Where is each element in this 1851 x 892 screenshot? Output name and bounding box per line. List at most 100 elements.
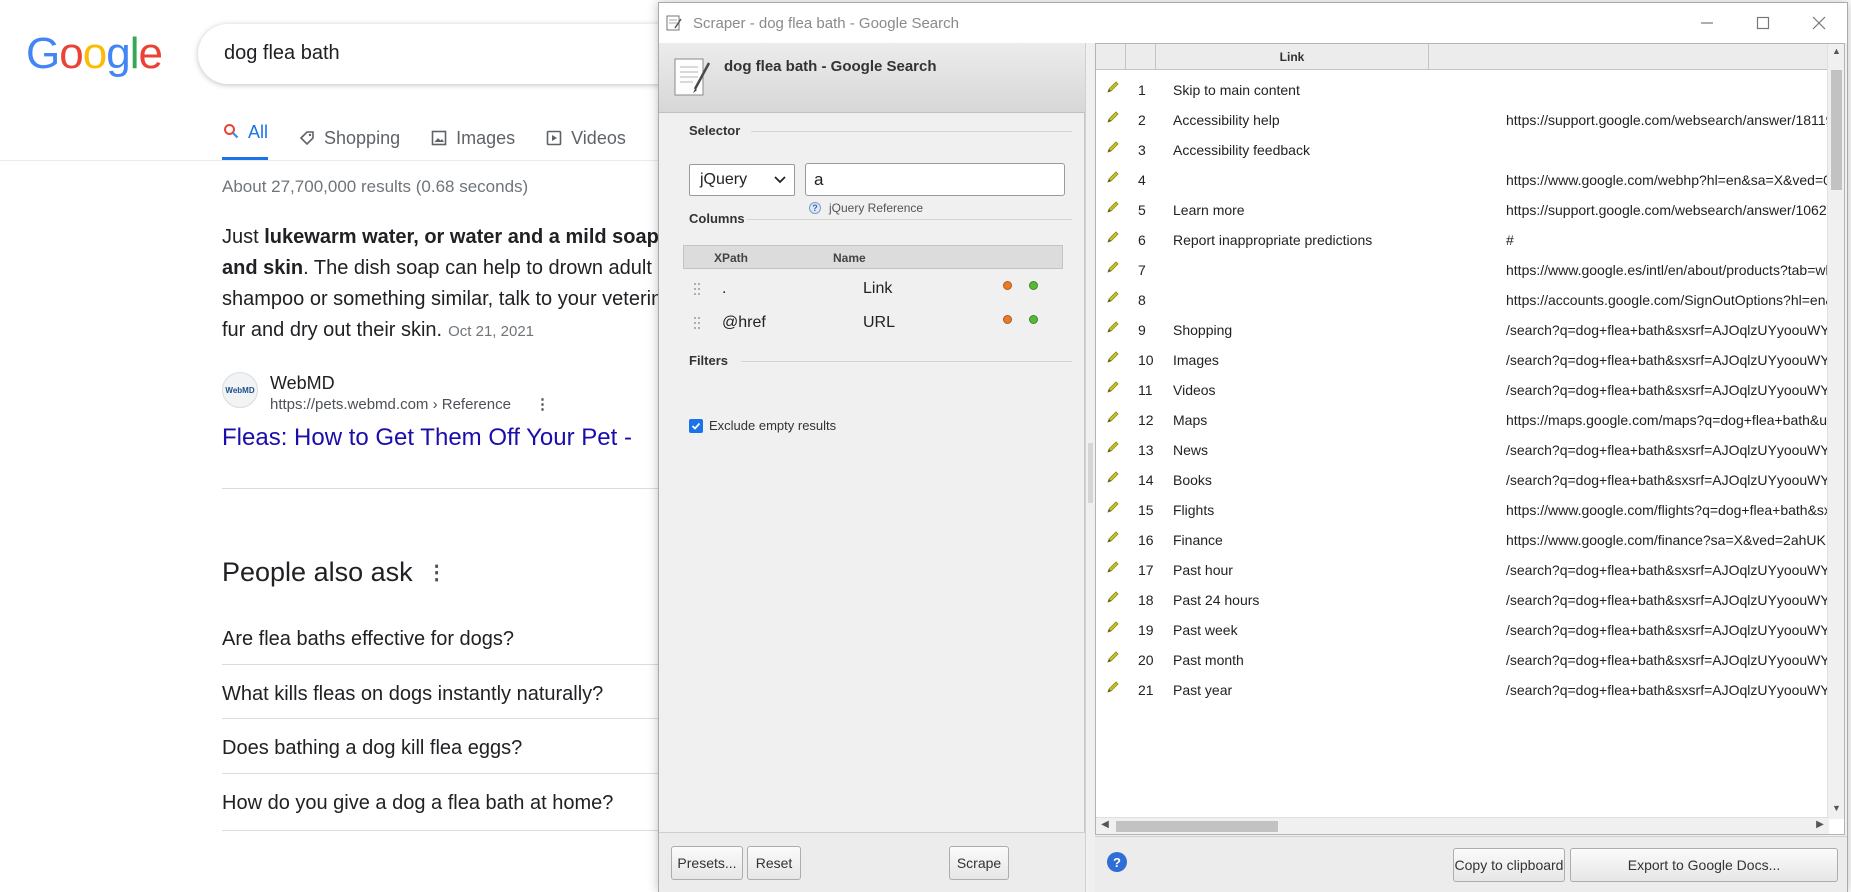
edit-pencil-icon[interactable] bbox=[1106, 560, 1120, 574]
row-link-text: Past hour bbox=[1173, 562, 1233, 578]
row-index: 13 bbox=[1138, 442, 1154, 458]
edit-pencil-icon[interactable] bbox=[1106, 320, 1120, 334]
columns-section-label: Columns bbox=[689, 211, 745, 226]
row-url: # bbox=[1506, 232, 1514, 248]
edit-pencil-icon[interactable] bbox=[1106, 230, 1120, 244]
tabs-divider bbox=[0, 160, 660, 161]
grid-header-link[interactable]: Link bbox=[1156, 44, 1429, 70]
selector-input[interactable]: a bbox=[805, 163, 1065, 196]
drag-handle-icon[interactable] bbox=[693, 315, 701, 331]
title-bar[interactable]: Scraper - dog flea bath - Google Search bbox=[659, 3, 1847, 43]
column-xpath[interactable]: . bbox=[722, 280, 726, 298]
export-to-google-docs-button[interactable]: Export to Google Docs... bbox=[1570, 848, 1838, 882]
splitter-grip[interactable] bbox=[1088, 443, 1093, 503]
scrollbar-thumb[interactable] bbox=[1116, 821, 1278, 832]
edit-pencil-icon[interactable] bbox=[1106, 590, 1120, 604]
edit-pencil-icon[interactable] bbox=[1106, 110, 1120, 124]
row-link-text: Past year bbox=[1173, 682, 1233, 698]
tab-label: Shopping bbox=[324, 127, 401, 148]
grid-header-url[interactable] bbox=[1429, 44, 1829, 70]
search-input[interactable]: dog flea bath bbox=[198, 24, 718, 84]
drag-handle-icon[interactable] bbox=[693, 281, 701, 297]
people-also-ask-heading: People also ask ⋮ bbox=[222, 557, 447, 588]
tab-videos[interactable]: Videos bbox=[545, 122, 626, 154]
selector-type-dropdown[interactable]: jQuery bbox=[689, 164, 795, 196]
edit-pencil-icon[interactable] bbox=[1106, 680, 1120, 694]
paa-question[interactable]: Are flea baths effective for dogs? bbox=[222, 610, 662, 664]
snippet-text: shampoo or something similar, talk to yo… bbox=[222, 288, 663, 310]
results-grid: Link 1 Skip to main content 2 Accessibility… bbox=[1095, 43, 1845, 835]
edit-pencil-icon[interactable] bbox=[1106, 380, 1120, 394]
row-url: https://support.google.com/websearch/ans… bbox=[1506, 202, 1829, 218]
google-logo[interactable]: Google bbox=[26, 32, 163, 76]
edit-pencil-icon[interactable] bbox=[1106, 410, 1120, 424]
tab-shopping[interactable]: Shopping bbox=[298, 122, 400, 154]
result-source[interactable]: WebMD WebMD https://pets.webmd.com › Ref… bbox=[222, 372, 550, 416]
copy-to-clipboard-button[interactable]: Copy to clipboard bbox=[1453, 848, 1565, 882]
table-row[interactable]: 21 Past year/search?q=dog+flea+bath&sxsrf… bbox=[1096, 673, 1829, 709]
tab-all[interactable]: All bbox=[222, 122, 269, 160]
edit-pencil-icon[interactable] bbox=[1106, 170, 1120, 184]
remove-column-icon[interactable] bbox=[1003, 281, 1012, 290]
edit-pencil-icon[interactable] bbox=[1106, 80, 1120, 94]
presets-button[interactable]: Presets... bbox=[671, 846, 743, 880]
tab-images[interactable]: Images bbox=[430, 122, 515, 154]
row-index: 7 bbox=[1138, 262, 1146, 278]
horizontal-scrollbar[interactable]: ◀ ▶ bbox=[1096, 817, 1829, 834]
row-link-text: News bbox=[1173, 442, 1209, 458]
exclude-empty-checkbox[interactable]: Exclude empty results bbox=[689, 418, 836, 433]
paa-question[interactable]: What kills fleas on dogs instantly natur… bbox=[222, 664, 662, 718]
edit-pencil-icon[interactable] bbox=[1106, 620, 1120, 634]
edit-pencil-icon[interactable] bbox=[1106, 260, 1120, 274]
row-link-text: Learn more bbox=[1173, 202, 1245, 218]
row-index: 21 bbox=[1138, 682, 1154, 698]
close-button[interactable] bbox=[1791, 3, 1847, 43]
result-separator bbox=[222, 488, 662, 489]
edit-pencil-icon[interactable] bbox=[1106, 470, 1120, 484]
row-url: https://www.google.com/finance?sa=X&ved=… bbox=[1506, 532, 1829, 548]
paa-question[interactable]: How do you give a dog a flea bath at hom… bbox=[222, 773, 662, 831]
edit-pencil-icon[interactable] bbox=[1106, 500, 1120, 514]
remove-column-icon[interactable] bbox=[1003, 315, 1012, 324]
result-title-link[interactable]: Fleas: How to Get Them Off Your Pet - bbox=[222, 424, 632, 452]
selector-type-value: jQuery bbox=[700, 171, 748, 188]
scroll-right-icon[interactable]: ▶ bbox=[1813, 819, 1827, 833]
edit-pencil-icon[interactable] bbox=[1106, 290, 1120, 304]
grid-header-edit bbox=[1096, 44, 1126, 70]
snippet-text: Just bbox=[222, 226, 265, 248]
more-options-icon[interactable]: ⋮ bbox=[427, 560, 447, 585]
add-column-icon[interactable] bbox=[1029, 281, 1038, 290]
column-name[interactable]: Link bbox=[863, 280, 892, 298]
edit-pencil-icon[interactable] bbox=[1106, 650, 1120, 664]
checkbox-checked-icon[interactable] bbox=[689, 418, 703, 433]
results-pane: Link 1 Skip to main content 2 Accessibility… bbox=[1095, 43, 1847, 892]
edit-pencil-icon[interactable] bbox=[1106, 530, 1120, 544]
column-name[interactable]: URL bbox=[863, 314, 895, 332]
edit-pencil-icon[interactable] bbox=[1106, 440, 1120, 454]
add-column-icon[interactable] bbox=[1029, 315, 1038, 324]
help-icon[interactable]: ? bbox=[1107, 852, 1127, 872]
column-row[interactable]: @href URL bbox=[683, 306, 1063, 342]
edit-pencil-icon[interactable] bbox=[1106, 350, 1120, 364]
column-xpath[interactable]: @href bbox=[722, 314, 766, 332]
scroll-down-icon[interactable]: ▼ bbox=[1831, 803, 1842, 817]
vertical-scrollbar[interactable]: ▲ ▼ bbox=[1827, 44, 1844, 819]
pane-splitter[interactable] bbox=[1085, 43, 1095, 892]
edit-pencil-icon[interactable] bbox=[1106, 140, 1120, 154]
scrape-button[interactable]: Scrape bbox=[949, 846, 1009, 880]
scroll-up-icon[interactable]: ▲ bbox=[1831, 46, 1842, 60]
scroll-left-icon[interactable]: ◀ bbox=[1098, 819, 1112, 833]
minimize-button[interactable] bbox=[1679, 3, 1735, 43]
edit-pencil-icon[interactable] bbox=[1106, 200, 1120, 214]
more-options-icon[interactable]: ⋮ bbox=[535, 394, 550, 416]
jquery-reference-link[interactable]: ? jQuery Reference bbox=[809, 201, 923, 215]
maximize-button[interactable] bbox=[1735, 3, 1791, 43]
tab-label: All bbox=[248, 122, 269, 142]
paa-question[interactable]: Does bathing a dog kill flea eggs? bbox=[222, 718, 662, 772]
reset-button[interactable]: Reset bbox=[747, 846, 801, 880]
column-row[interactable]: . Link bbox=[683, 272, 1063, 308]
filters-section-label: Filters bbox=[689, 353, 729, 368]
row-index: 3 bbox=[1138, 142, 1146, 158]
row-url: https://www.google.com/webhp?hl=en&sa=X&… bbox=[1506, 172, 1829, 188]
scrollbar-thumb[interactable] bbox=[1831, 70, 1842, 190]
